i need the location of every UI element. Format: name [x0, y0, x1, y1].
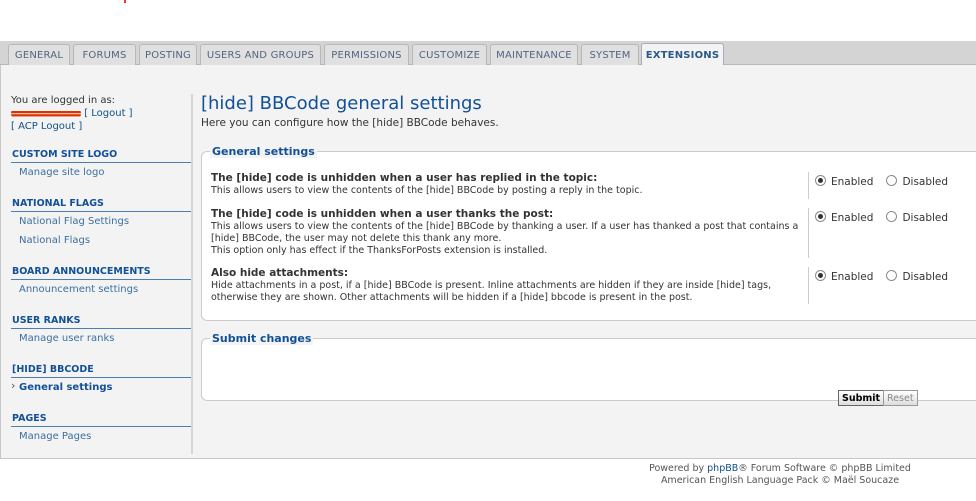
phpbb-link[interactable]: phpBB — [707, 463, 738, 474]
logout-link[interactable]: [ Logout ] — [84, 108, 132, 119]
setting-description: Hide attachments in a post, if a [hide] … — [211, 280, 772, 303]
sidebar-item-national-flag-settings[interactable]: National Flag Settings — [11, 212, 193, 231]
setting-row-unhide-on-reply: The [hide] code is unhidden when a user … — [211, 172, 969, 199]
attachments-enabled-option[interactable]: Enabled — [815, 270, 873, 283]
radio-enabled[interactable] — [815, 211, 826, 222]
radio-disabled[interactable] — [886, 270, 898, 281]
sidebar-section-hide-bbcode: [HIDE] BBCODE — [11, 364, 193, 378]
setting-description: This allows users to view the contents o… — [211, 221, 799, 244]
reset-button[interactable]: Reset — [883, 390, 918, 406]
sidebar-item-manage-site-logo[interactable]: Manage site logo — [11, 163, 193, 182]
radio-disabled[interactable] — [886, 211, 898, 222]
acp-logout-link[interactable]: [ ACP Logout ] — [11, 121, 82, 132]
setting-title: The [hide] code is unhidden when a user … — [211, 172, 598, 184]
general-settings-legend: General settings — [210, 145, 317, 158]
main-header: [hide] BBCode general settings Here you … — [201, 93, 976, 129]
sidebar-section-national-flags: NATIONAL FLAGS — [11, 198, 193, 212]
reply-enabled-option[interactable]: Enabled — [815, 175, 873, 188]
sidebar-divider — [191, 94, 193, 454]
setting-row-hide-attachments: Also hide attachments: Hide attachments … — [211, 267, 969, 304]
language-pack-line: American English Language Pack © Maël So… — [660, 475, 900, 486]
logged-in-text: You are logged in as: — [11, 95, 116, 106]
powered-by-line: Powered by phpBB® Forum Software © phpBB… — [649, 463, 911, 474]
redacted-username — [11, 108, 81, 118]
radio-enabled[interactable] — [815, 175, 826, 186]
submit-button[interactable]: Submit — [838, 390, 885, 406]
reply-disabled-option[interactable]: Disabled — [886, 175, 948, 188]
tab-permissions[interactable]: PERMISSIONS — [324, 44, 409, 65]
setting-note: This option only has effect if the Thank… — [211, 245, 548, 256]
sidebar-item-manage-user-ranks[interactable]: Manage user ranks — [11, 329, 193, 348]
sidebar-item-manage-pages[interactable]: Manage Pages — [11, 427, 193, 446]
sidebar-section-board-announcements: BOARD ANNOUNCEMENTS — [11, 266, 193, 280]
tab-forums[interactable]: FORUMS — [73, 44, 136, 65]
sidebar-item-general-settings[interactable]: General settings — [11, 378, 193, 397]
submit-changes-legend: Submit changes — [210, 332, 314, 345]
sidebar: You are logged in as: [ Logout ] [ ACP L… — [11, 94, 193, 446]
thanks-disabled-option[interactable]: Disabled — [886, 211, 948, 224]
sidebar-section-pages: PAGES — [11, 413, 193, 427]
footer: Powered by phpBB® Forum Software © phpBB… — [560, 463, 976, 487]
tab-strip: GENERAL FORUMS POSTING USERS AND GROUPS … — [0, 41, 976, 66]
tab-posting[interactable]: POSTING — [139, 44, 197, 65]
setting-title: Also hide attachments: — [211, 267, 349, 279]
setting-title: The [hide] code is unhidden when a user … — [211, 208, 554, 220]
sidebar-item-national-flags[interactable]: National Flags — [11, 231, 193, 250]
submit-changes-fieldset: Submit changes Submit Reset — [201, 332, 976, 406]
setting-row-unhide-on-thanks: The [hide] code is unhidden when a user … — [211, 208, 969, 258]
sidebar-section-custom-site-logo: CUSTOM SITE LOGO — [11, 149, 193, 163]
tab-customize[interactable]: CUSTOMIZE — [412, 44, 487, 65]
radio-disabled[interactable] — [886, 175, 898, 186]
acp-content: You are logged in as: [ Logout ] [ ACP L… — [0, 65, 976, 459]
tab-maintenance[interactable]: MAINTENANCE — [490, 44, 578, 65]
setting-description: This allows users to view the contents o… — [211, 185, 643, 196]
sidebar-section-user-ranks: USER RANKS — [11, 315, 193, 329]
general-settings-fieldset: General settings The [hide] code is unhi… — [201, 145, 976, 321]
tab-users-and-groups[interactable]: USERS AND GROUPS — [200, 44, 321, 65]
page-intro: Here you can configure how the [hide] BB… — [201, 117, 499, 129]
page-title: [hide] BBCode general settings — [201, 93, 482, 114]
tab-extensions[interactable]: EXTENSIONS — [641, 43, 724, 66]
sidebar-item-announcement-settings[interactable]: Announcement settings — [11, 280, 193, 299]
top-header — [0, 0, 976, 41]
header-mark — [124, 0, 126, 3]
radio-enabled[interactable] — [815, 270, 826, 281]
attachments-disabled-option[interactable]: Disabled — [886, 270, 948, 283]
tab-system[interactable]: SYSTEM — [581, 44, 639, 65]
tab-general[interactable]: GENERAL — [8, 44, 70, 65]
thanks-enabled-option[interactable]: Enabled — [815, 211, 873, 224]
